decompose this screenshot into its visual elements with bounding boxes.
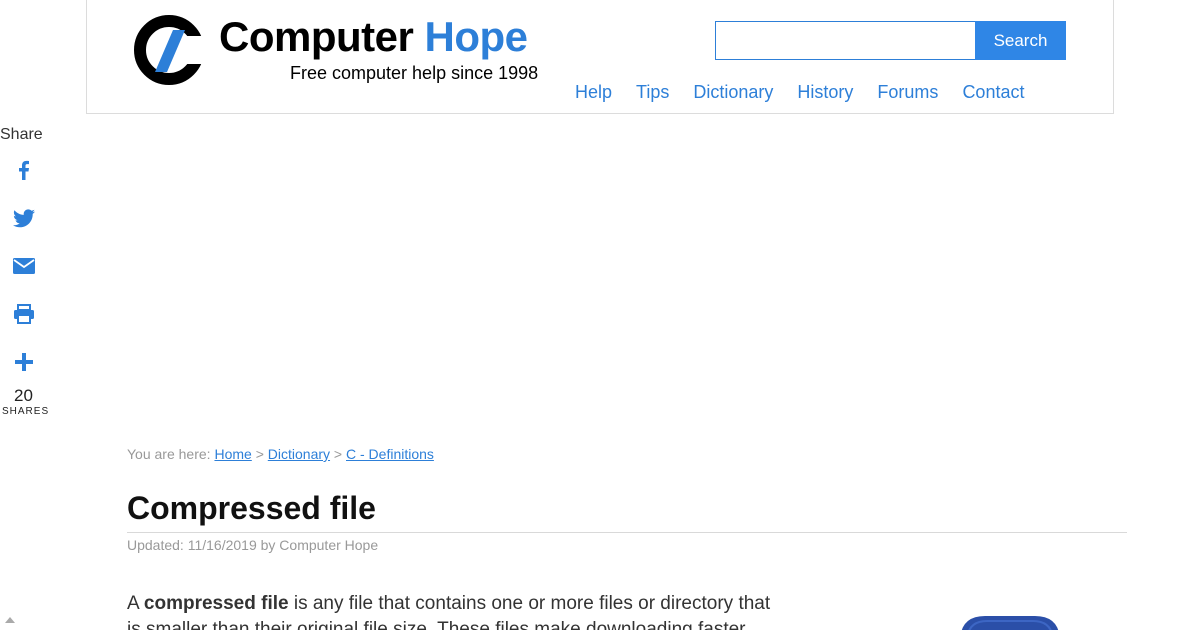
search-button[interactable]: Search — [975, 21, 1066, 60]
intro-paragraph: A compressed file is any file that conta… — [127, 591, 787, 630]
nav-contact[interactable]: Contact — [962, 82, 1024, 103]
brand-tagline: Free computer help since 1998 — [290, 63, 539, 83]
breadcrumb: You are here: Home > Dictionary > C - De… — [127, 446, 434, 462]
title-divider — [127, 532, 1127, 533]
updated-info: Updated: 11/16/2019 by Computer Hope — [127, 537, 379, 553]
nav-dictionary[interactable]: Dictionary — [693, 82, 773, 103]
breadcrumb-home[interactable]: Home — [214, 446, 251, 462]
compressed-file-illustration — [961, 616, 1059, 630]
breadcrumb-dictionary[interactable]: Dictionary — [268, 446, 330, 462]
intro-before: A — [127, 593, 144, 614]
nav-help[interactable]: Help — [575, 82, 612, 103]
site-header: Computer Hope Free computer help since 1… — [86, 0, 1114, 114]
nav-history[interactable]: History — [797, 82, 853, 103]
intro-term: compressed file — [143, 593, 289, 614]
nav-forums[interactable]: Forums — [877, 82, 938, 103]
computer-hope-logo[interactable] — [133, 14, 205, 86]
plus-icon[interactable] — [12, 350, 36, 374]
brand-name[interactable]: Computer Hope — [219, 13, 528, 61]
main-nav: Help Tips Dictionary History Forums Cont… — [575, 82, 1048, 103]
share-label: Share — [0, 126, 43, 143]
breadcrumb-prefix: You are here: — [127, 446, 211, 462]
brand-name-part1: Computer — [219, 13, 414, 60]
breadcrumb-c-definitions[interactable]: C - Definitions — [346, 446, 434, 462]
facebook-icon[interactable] — [12, 158, 36, 182]
nav-tips[interactable]: Tips — [636, 82, 669, 103]
share-count-label: SHARES — [2, 406, 50, 417]
email-icon[interactable] — [12, 254, 36, 278]
breadcrumb-separator: > — [255, 446, 264, 462]
search-input[interactable] — [715, 21, 976, 60]
page-title: Compressed file — [127, 490, 376, 526]
share-count: 20 — [14, 386, 33, 405]
breadcrumb-separator: > — [333, 446, 343, 462]
brand-name-part2: Hope — [424, 13, 529, 60]
twitter-icon[interactable] — [12, 206, 36, 230]
scroll-up-icon[interactable] — [4, 615, 16, 625]
print-icon[interactable] — [12, 302, 36, 326]
